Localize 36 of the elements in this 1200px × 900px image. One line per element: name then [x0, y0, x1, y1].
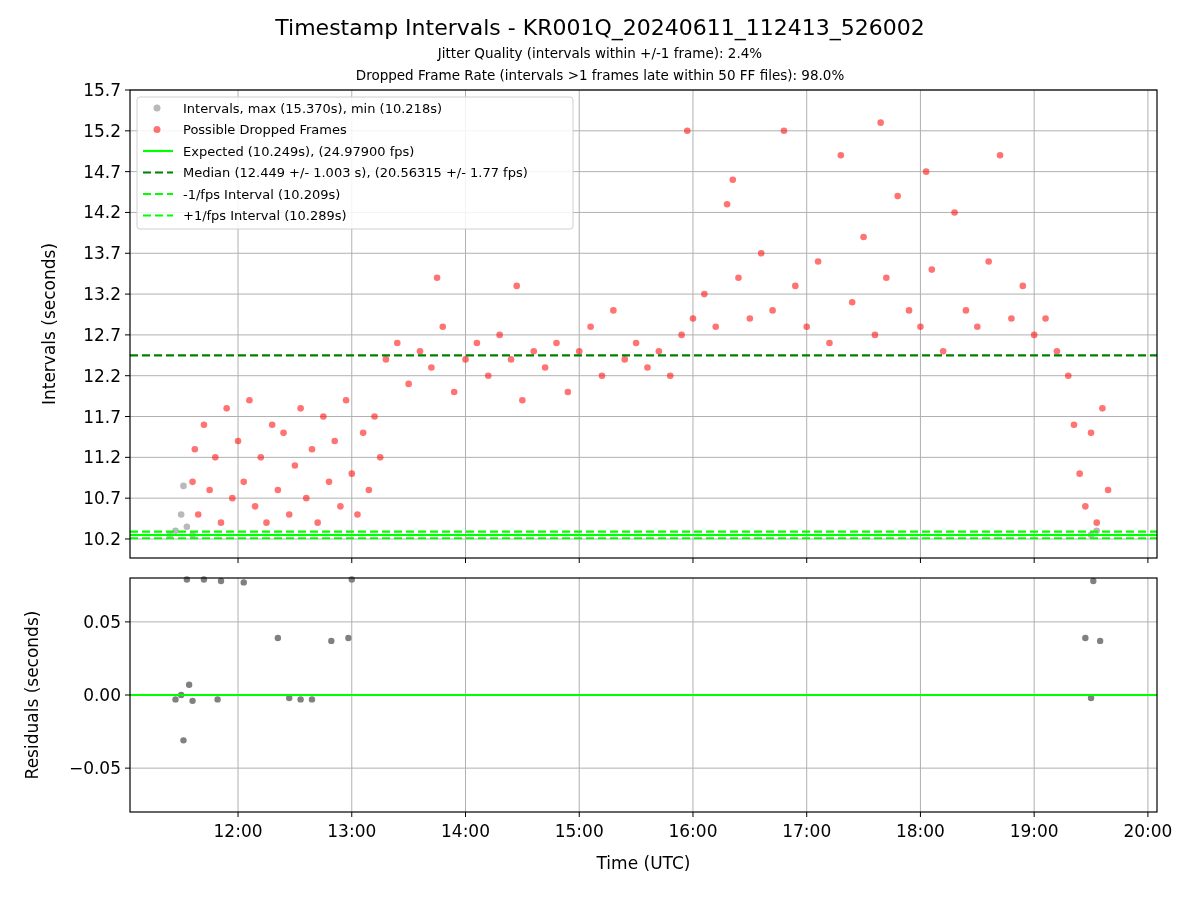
y-axis-label: Residuals (seconds) [22, 610, 42, 780]
x-tick-label: 13:00 [327, 821, 377, 841]
y-tick-label: 0.05 [83, 611, 121, 632]
legend-label: Possible Dropped Frames [183, 122, 347, 137]
x-tick-label: 20:00 [1123, 821, 1173, 841]
x-tick-label: 16:00 [668, 821, 718, 841]
y-tick-label: 11.7 [83, 406, 121, 427]
y-tick-label: 10.7 [83, 488, 121, 509]
y-axis-label: Intervals (seconds) [39, 242, 59, 406]
y-tick-label: 14.7 [83, 161, 121, 182]
y-tick-label: 15.2 [83, 120, 121, 141]
legend-label: Intervals, max (15.370s), min (10.218s) [183, 100, 442, 116]
chart-subtitle: Jitter Quality (intervals within +/-1 frame): 2.4% [437, 44, 763, 63]
y-tick-label: 0.00 [83, 685, 121, 705]
chart-subtitle: Dropped Frame Rate (intervals >1 frames late within 50 FF files): 98.0% [355, 66, 845, 85]
y-tick-label: 14.2 [83, 202, 121, 223]
y-tick-label: 12.2 [83, 365, 121, 386]
legend-label: +1/fps Interval (10.289s) [183, 208, 347, 223]
chart-title: Timestamp Intervals - KR001Q_20240611_112413_526002 [275, 14, 925, 42]
x-tick-label: 14:00 [441, 821, 490, 841]
x-tick-label: 19:00 [1009, 821, 1059, 841]
x-tick-label: 15:00 [554, 821, 604, 841]
x-tick-label: 18:00 [895, 821, 945, 841]
legend-label: Median (12.449 +/- 1.003 s), (20.56315 +/- 1.77 fps) [183, 165, 528, 180]
y-tick-label: 11.2 [83, 447, 121, 468]
y-tick-label: 15.7 [83, 80, 121, 100]
x-tick-label: 17:00 [782, 821, 832, 841]
y-tick-label: 10.2 [83, 529, 121, 549]
y-tick-label: 12.7 [83, 324, 121, 345]
legend-label: -1/fps Interval (10.209s) [183, 186, 341, 202]
y-tick-label: 13.7 [83, 243, 121, 264]
y-tick-label: −0.05 [68, 758, 121, 779]
x-axis-label: Time (UTC) [596, 853, 691, 873]
y-tick-label: 13.2 [83, 284, 121, 305]
x-tick-label: 12:00 [213, 821, 263, 841]
legend-label: Expected (10.249s), (24.97900 fps) [183, 143, 415, 159]
